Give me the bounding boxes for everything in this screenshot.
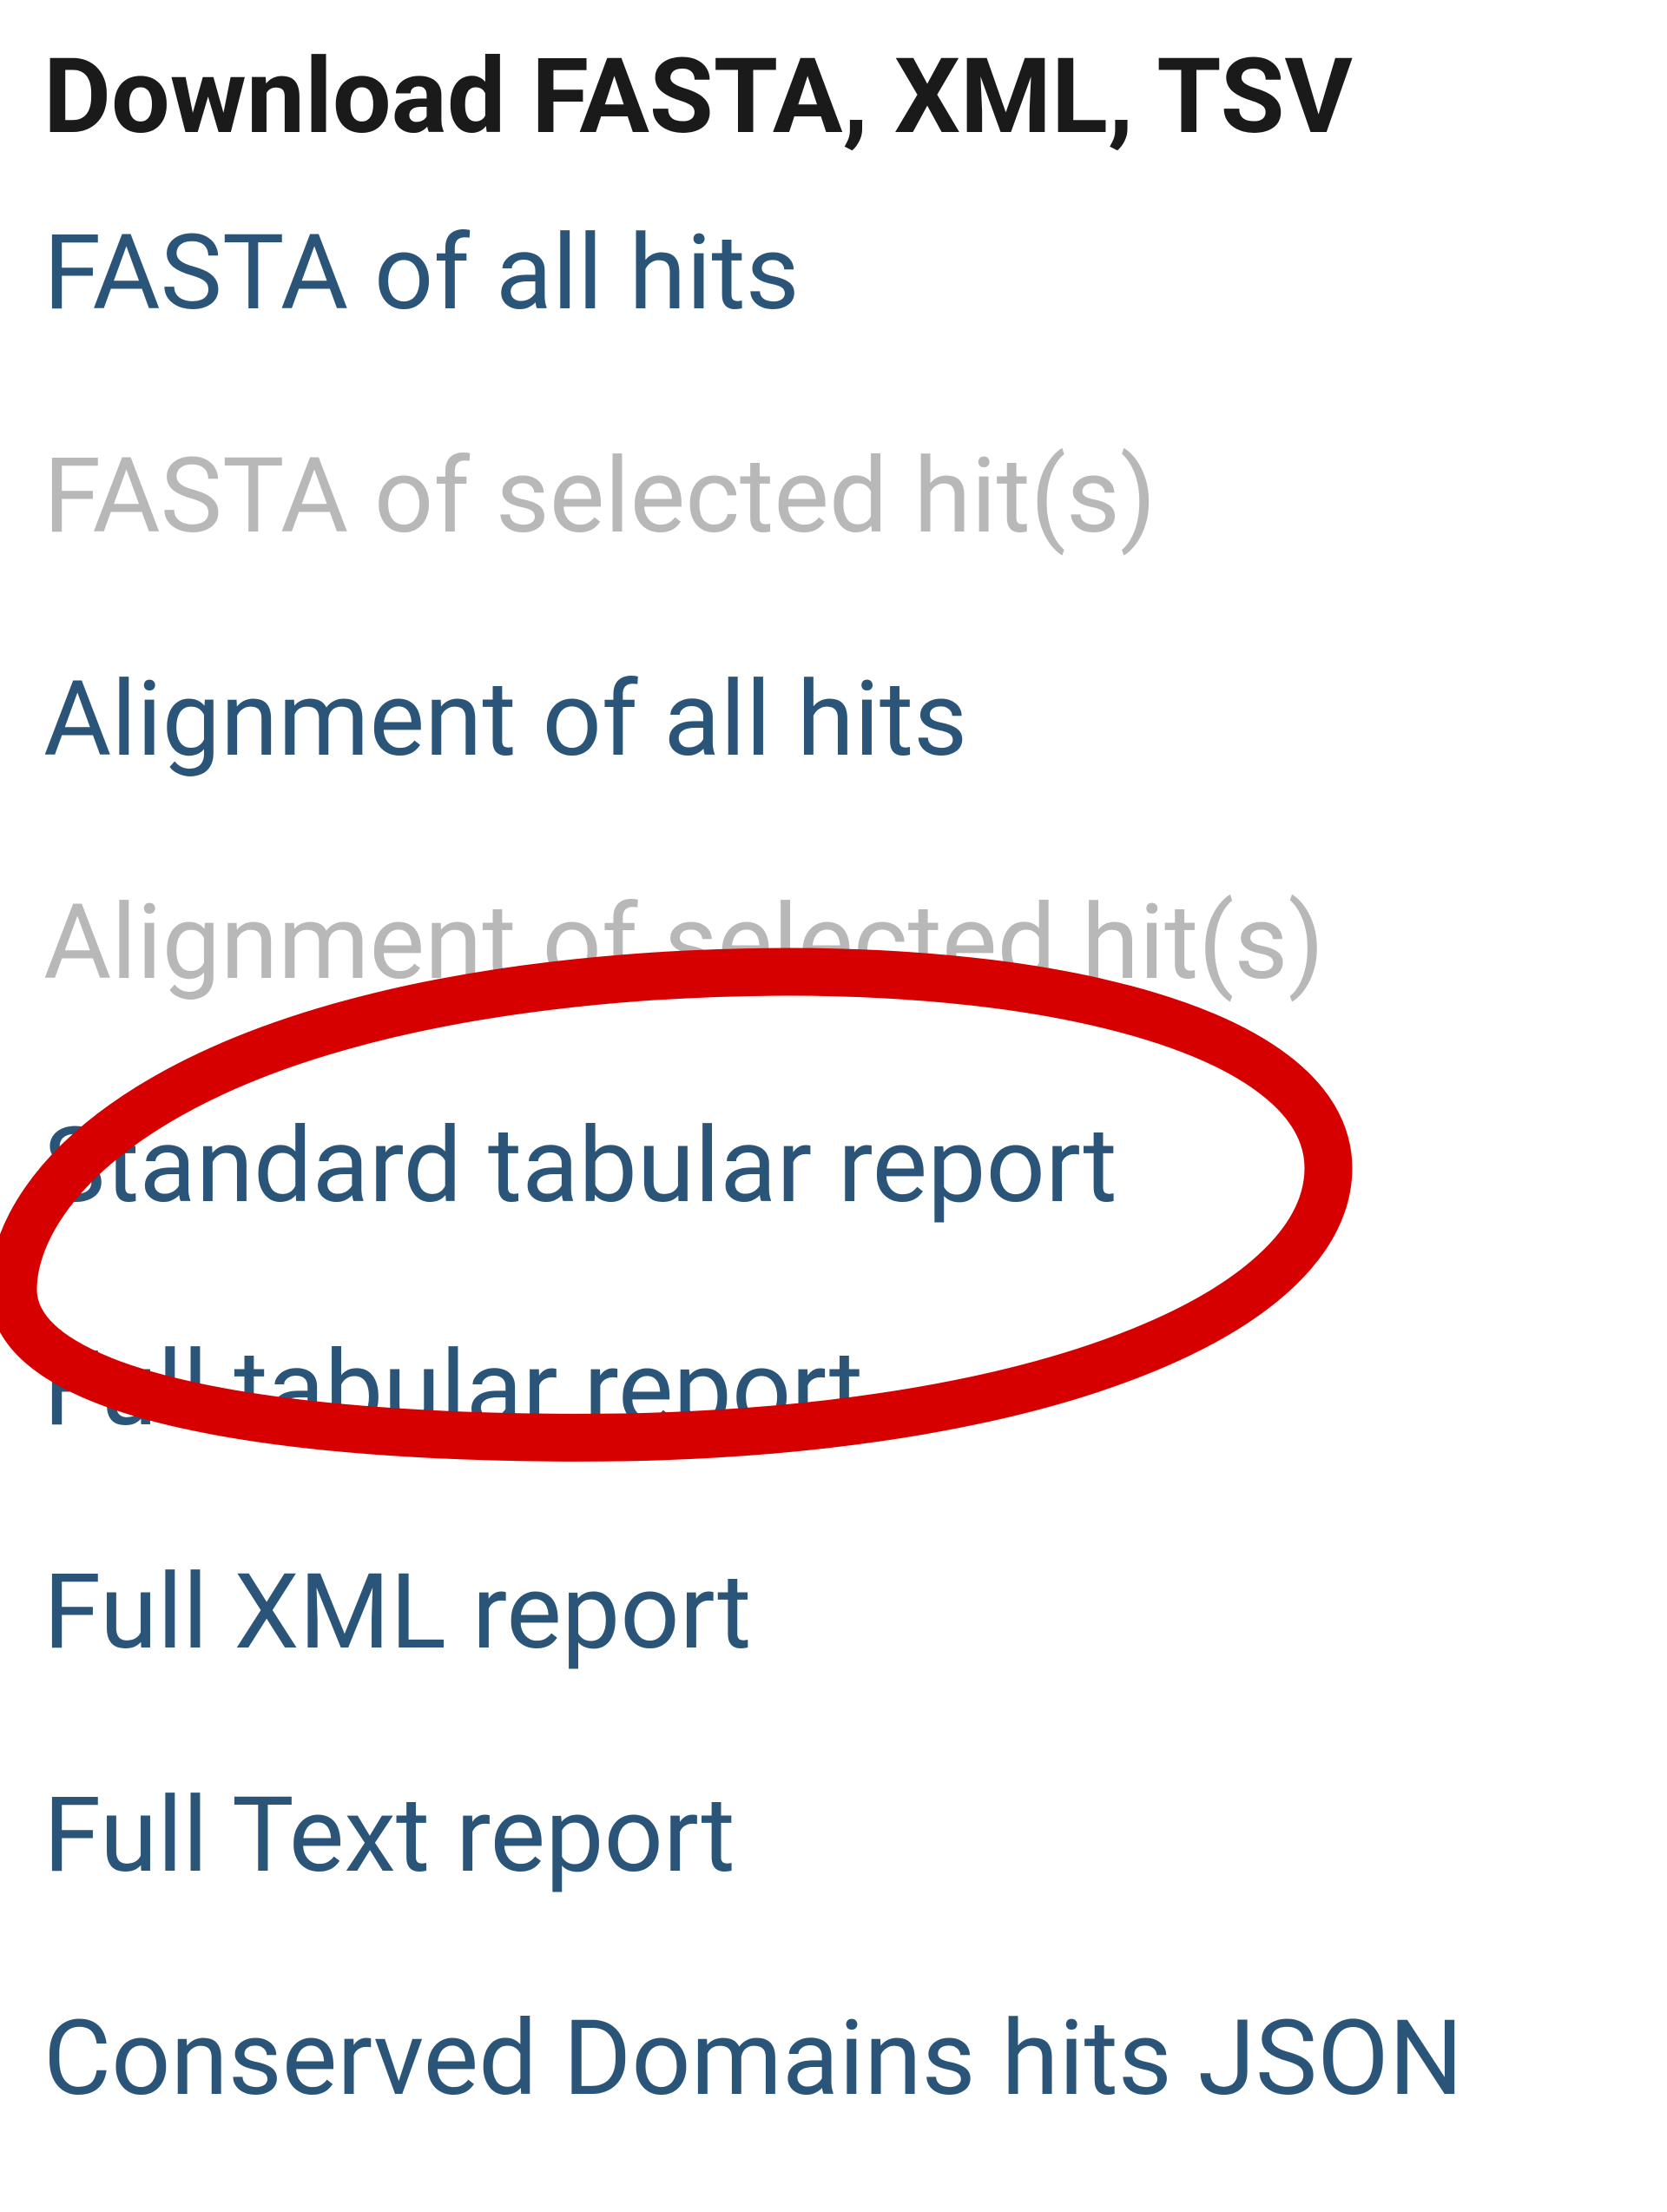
menu-item-fasta-all-hits[interactable]: FASTA of all hits <box>43 203 1624 344</box>
download-menu-header: Download FASTA, XML, TSV <box>43 35 1624 160</box>
menu-item-conserved-domains-json[interactable]: Conserved Domains hits JSON <box>43 1989 1624 2129</box>
menu-item-standard-tabular-report[interactable]: Standard tabular report <box>43 1096 1624 1237</box>
menu-item-full-tabular-report[interactable]: Full tabular report <box>43 1319 1624 1460</box>
download-menu: Download FASTA, XML, TSV FASTA of all hi… <box>43 35 1624 2212</box>
menu-item-alignment-selected-hits: Alignment of selected hit(s) <box>43 873 1624 1014</box>
menu-item-full-xml-report[interactable]: Full XML report <box>43 1542 1624 1683</box>
menu-item-fasta-selected-hits: FASTA of selected hit(s) <box>43 426 1624 567</box>
menu-item-full-text-report[interactable]: Full Text report <box>43 1766 1624 1906</box>
menu-item-alignment-all-hits[interactable]: Alignment of all hits <box>43 650 1624 790</box>
